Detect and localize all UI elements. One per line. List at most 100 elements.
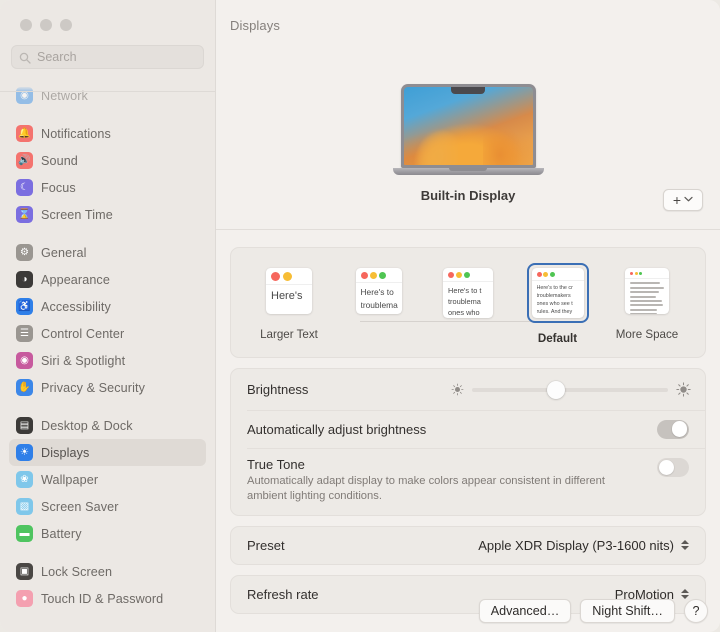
sidebar-item-battery[interactable]: ▬ Battery [9, 520, 206, 547]
macbook-screen [400, 84, 536, 168]
preview-text-line [630, 282, 660, 285]
preset-popup-button[interactable]: Apple XDR Display (P3-1600 nits) [478, 538, 689, 553]
sidebar-item-sound[interactable]: 🔊 Sound [9, 147, 206, 174]
sidebar-item-label: Battery [41, 526, 82, 541]
resolution-thumbnail [625, 268, 669, 314]
sidebar-item-label: Screen Saver [41, 499, 119, 514]
resolution-option-4[interactable]: More Space [608, 263, 686, 341]
sidebar-item-accessibility[interactable]: ♿ Accessibility [9, 293, 206, 320]
sidebar-item-privacy-security[interactable]: ✋ Privacy & Security [9, 374, 206, 401]
preview-text-line: ones who see t [536, 301, 573, 308]
sidebar-item-desktop-dock[interactable]: ▤ Desktop & Dock [9, 412, 206, 439]
resolution-option-label: Larger Text [260, 328, 318, 341]
window-dots [266, 268, 312, 285]
touch-id-icon: ● [16, 590, 33, 607]
lock-screen-icon: ▣ [16, 563, 33, 580]
toggle-knob [658, 459, 675, 476]
chevron-up-down-icon [680, 589, 689, 600]
resolution-option-3[interactable]: Here's to the cr troublemakers ones who se… [519, 263, 597, 345]
sidebar-item-label: Control Center [41, 326, 125, 341]
displays-icon: ☀ [16, 444, 33, 461]
resolution-thumb-frame [620, 263, 674, 319]
sidebar-item-label: Touch ID & Password [41, 591, 164, 606]
preview-text-line [630, 308, 657, 311]
resolution-option-0[interactable]: Here's Larger Text [250, 263, 328, 341]
preview-text-line [630, 291, 659, 294]
resolution-options: Here's Larger Text Here's to troublema Here'… [231, 248, 705, 357]
add-display-button[interactable]: + [663, 189, 703, 211]
minimize-button[interactable] [40, 19, 52, 31]
window-dot [271, 272, 280, 281]
sun-low-icon [451, 383, 464, 396]
resolution-thumbnail: Here's [266, 268, 312, 314]
settings-cards: Here's Larger Text Here's to troublema Here'… [216, 230, 720, 614]
window-dots [355, 268, 402, 283]
brightness-slider-thumb[interactable] [547, 380, 566, 399]
sidebar-item-label: Notifications [41, 126, 111, 141]
sidebar-item-label: General [41, 245, 87, 260]
preview-text-line [630, 304, 664, 307]
sidebar-item-wallpaper[interactable]: ❀ Wallpaper [9, 466, 206, 493]
true-tone-toggle[interactable] [657, 458, 689, 477]
preview-text-line: Here's to [360, 287, 394, 297]
resolution-option-1[interactable]: Here's to troublema [340, 263, 418, 328]
macbook-hinge [449, 168, 487, 171]
resolution-thumbnail: Here's to troublema [355, 268, 402, 314]
macbook-base [392, 168, 544, 175]
preview-text-line: ones who [448, 308, 480, 318]
window-dots [625, 268, 669, 280]
sidebar-item-general[interactable]: ⚙ General [9, 239, 206, 266]
sidebar-item-focus[interactable]: ☾ Focus [9, 174, 206, 201]
resolution-option-2[interactable]: Here's to t troublema ones who [429, 263, 507, 332]
preview-text-line [630, 295, 656, 298]
sidebar-item-displays[interactable]: ☀ Displays [9, 439, 206, 466]
sidebar-item-lock-screen[interactable]: ▣ Lock Screen [9, 558, 206, 585]
sidebar-item-screen-saver[interactable]: ▧ Screen Saver [9, 493, 206, 520]
resolution-card: Here's Larger Text Here's to troublema Here'… [230, 247, 706, 358]
window-dot [455, 272, 462, 278]
sidebar-item-touch-id-password[interactable]: ● Touch ID & Password [9, 585, 206, 612]
refresh-rate-label: Refresh rate [247, 586, 319, 602]
close-button[interactable] [20, 19, 32, 31]
macbook-wallpaper [403, 87, 533, 165]
display-hero: Built-in Display + [216, 84, 720, 217]
preset-row: Preset Apple XDR Display (P3-1600 nits) [231, 527, 705, 564]
sidebar-scroll-area[interactable]: ◉ Network 🔔 Notifications 🔊 Sound ☾ Focus ⌛ Scree… [0, 82, 215, 632]
auto-brightness-toggle[interactable] [657, 419, 689, 439]
accessibility-icon: ♿ [16, 298, 33, 315]
preview-text-line: troublema [360, 299, 398, 310]
brightness-slider-track[interactable] [472, 380, 668, 399]
help-button[interactable]: ? [684, 599, 708, 623]
preview-text-line: rules. And they [536, 309, 573, 316]
sidebar-item-control-center[interactable]: ☰ Control Center [9, 320, 206, 347]
display-name-label: Built-in Display [420, 188, 516, 203]
preview-text-line: Here's to t [448, 286, 482, 295]
resolution-thumb-frame: Here's [261, 263, 317, 319]
sidebar-item-label: Sound [41, 153, 78, 168]
resolution-thumb-frame: Here's to troublema [351, 263, 407, 319]
sidebar-item-network[interactable]: ◉ Network [9, 82, 206, 109]
preview-text-line [630, 313, 658, 314]
sidebar-item-screen-time[interactable]: ⌛ Screen Time [9, 201, 206, 228]
sidebar-item-notifications[interactable]: 🔔 Notifications [9, 120, 206, 147]
zoom-button[interactable] [60, 19, 72, 31]
window-dots [443, 268, 493, 282]
sidebar-group-2: ⚙ General ◑ Appearance ♿ Accessibility ☰ Contro… [9, 239, 206, 412]
window-dot [379, 272, 386, 279]
search-field[interactable]: Search [11, 45, 204, 69]
preset-card: Preset Apple XDR Display (P3-1600 nits) [230, 525, 706, 565]
preview-text-line: Here's to the cr [536, 285, 573, 291]
night-shift-button[interactable]: Night Shift… [580, 599, 675, 623]
macbook-illustration[interactable] [392, 84, 544, 175]
hourglass-icon: ⌛ [16, 206, 33, 223]
macbook-notch [451, 87, 485, 94]
sidebar-item-siri-spotlight[interactable]: ◉ Siri & Spotlight [9, 347, 206, 374]
sidebar-item-appearance[interactable]: ◑ Appearance [9, 266, 206, 293]
brightness-slider-area[interactable] [451, 380, 691, 399]
sidebar-item-label: Wallpaper [41, 472, 99, 487]
thumbnail-preview-text: Here's to troublema [356, 283, 402, 311]
thumbnail-preview-text: Here's to t troublema ones who [443, 282, 493, 318]
sidebar-group-3: ▤ Desktop & Dock ☀ Displays ❀ Wallpaper ▧ Scree… [9, 412, 206, 558]
advanced-button[interactable]: Advanced… [478, 599, 572, 623]
system-settings-window: Search ◉ Network 🔔 Notifications 🔊 Sound ☾ Focu… [0, 0, 720, 632]
